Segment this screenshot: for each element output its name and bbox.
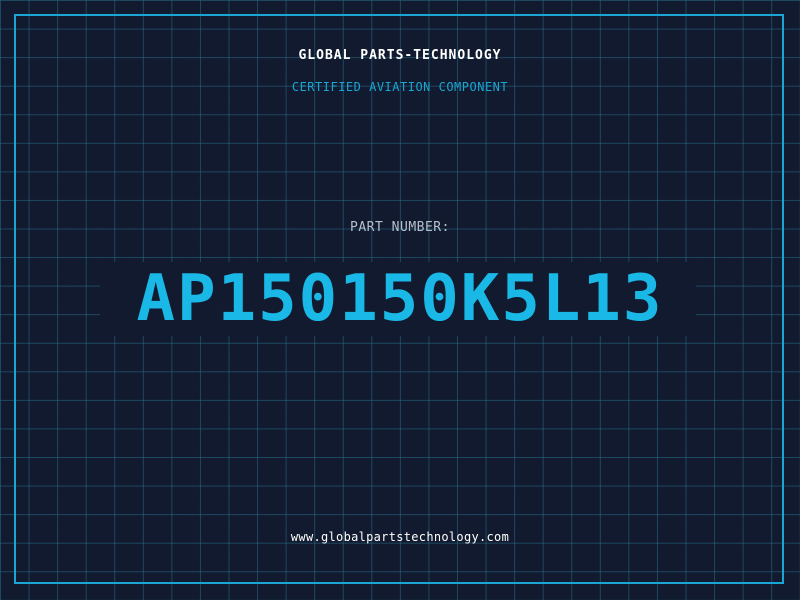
tagline: CERTIFIED AVIATION COMPONENT — [291, 80, 509, 94]
part-number-value: AP150150K5L13 — [136, 262, 664, 336]
company-name: GLOBAL PARTS-TECHNOLOGY — [298, 48, 502, 63]
website-url: www.globalpartstechnology.com — [290, 530, 510, 544]
part-number-label: PART NUMBER: — [350, 220, 450, 235]
